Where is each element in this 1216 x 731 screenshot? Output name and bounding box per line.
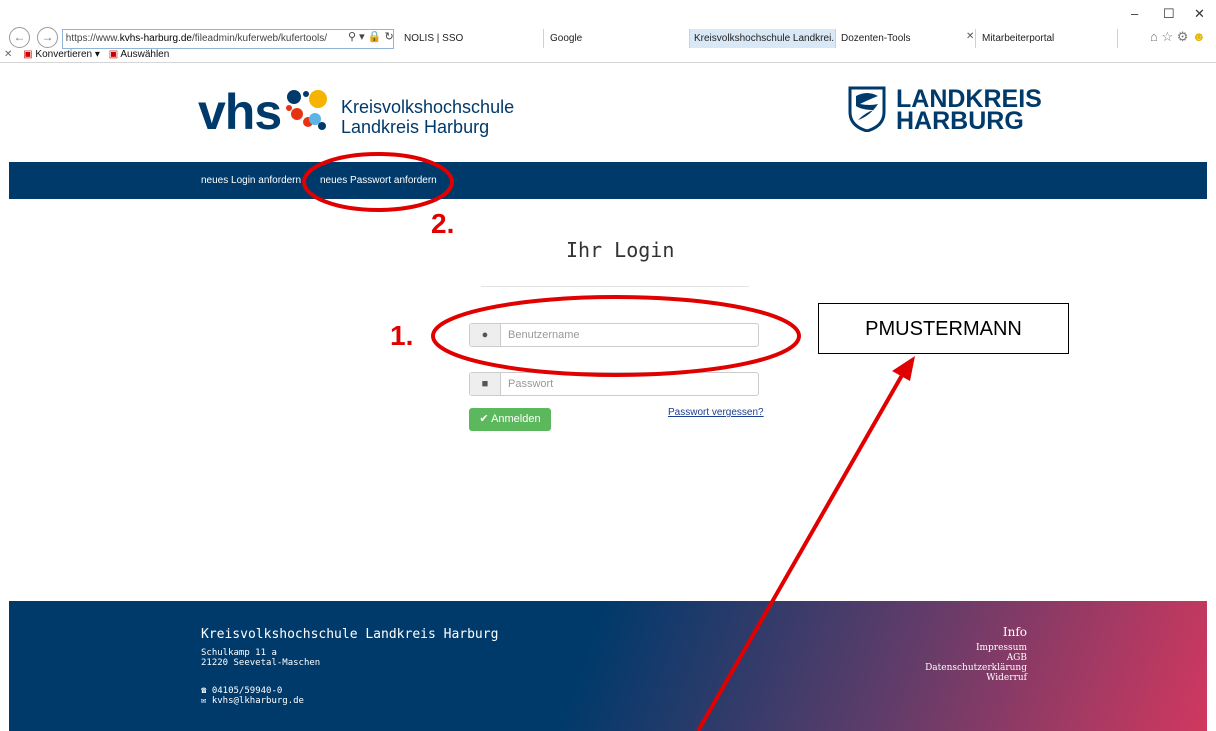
username-callout: PMUSTERMANN (818, 303, 1069, 354)
page-title: Ihr Login (566, 238, 675, 262)
footer-contact: ☎ 04105/59940-0 ✉ kvhs@lkharburg.de (201, 686, 304, 706)
phone-icon: ☎ (201, 686, 207, 696)
password-field[interactable]: ■ Passwort (469, 372, 759, 396)
tab-kvhs[interactable]: Kreisvolkshochschule Landkrei... (690, 29, 836, 48)
close-toolbar-icon[interactable]: ✕ (4, 49, 12, 60)
login-button[interactable]: ✔ Anmelden (469, 408, 551, 431)
pdf-icon: ▣ (23, 49, 33, 60)
username-placeholder: Benutzername (508, 329, 580, 341)
user-icon: ● (470, 324, 501, 346)
address-actions-icon[interactable]: ⚲ ▾ 🔒 ↻ (348, 30, 394, 43)
mail-icon: ✉ (201, 696, 207, 706)
select-button[interactable]: Auswählen (120, 49, 169, 60)
county-crest-icon (848, 86, 886, 132)
vhs-logo[interactable]: vhs (198, 87, 282, 137)
footer-address: Schulkamp 11 a 21220 Seevetal-Maschen (201, 648, 321, 668)
footer-link-datenschutz[interactable]: Datenschutzerklärung (925, 663, 1027, 673)
vhs-logo-text: Kreisvolkshochschule Landkreis Harburg (341, 97, 515, 137)
footer-links: Impressum AGB Datenschutzerklärung Wider… (925, 643, 1027, 683)
arrow-head (892, 356, 915, 381)
divider (481, 286, 749, 287)
footer-info-title: Info (1002, 625, 1027, 639)
convert-button[interactable]: Konvertieren (35, 49, 92, 60)
footer-email[interactable]: ✉ kvhs@lkharburg.de (201, 696, 304, 706)
maximize-icon[interactable]: ☐ (1163, 6, 1175, 22)
county-logo[interactable]: LANDKREIS HARBURG (896, 87, 1042, 134)
close-window-icon[interactable]: ✕ (1194, 6, 1205, 22)
minimize-icon[interactable]: – (1131, 6, 1138, 21)
tab-nolis[interactable]: NOLIS | SSO (400, 29, 544, 48)
step-1-label: 1. (390, 320, 414, 351)
password-placeholder: Passwort (508, 378, 554, 390)
close-tab-icon[interactable]: ✕ (966, 31, 974, 42)
footer (9, 601, 1207, 731)
nav-login-request[interactable]: neues Login anfordern (201, 175, 301, 186)
footer-org: Kreisvolkshochschule Landkreis Harburg (201, 627, 499, 642)
lock-icon: ■ (470, 373, 501, 395)
footer-link-impressum[interactable]: Impressum (925, 643, 1027, 653)
toolbar-icons[interactable]: ⌂ ☆ ⚙ ☻ (1150, 29, 1206, 45)
footer-phone[interactable]: ☎ 04105/59940-0 (201, 686, 304, 696)
address-bar[interactable]: https://www.kvhs-harburg.de/fileadmin/ku… (62, 29, 394, 49)
back-icon[interactable]: ← (9, 27, 30, 48)
username-field[interactable]: ● Benutzername (469, 323, 759, 347)
vhs-logo-dots (286, 90, 327, 130)
main-nav (9, 162, 1207, 199)
step-2-label: 2. (431, 208, 455, 239)
footer-link-agb[interactable]: AGB (925, 653, 1027, 663)
select-icon: ▣ (108, 49, 119, 60)
tab-google[interactable]: Google (546, 29, 690, 48)
footer-link-widerruf[interactable]: Widerruf (925, 673, 1027, 683)
tab-mitarbeiterportal[interactable]: Mitarbeiterportal (978, 29, 1118, 48)
forgot-password-link[interactable]: Passwort vergessen? (668, 407, 764, 418)
tab-dozenten-tools[interactable]: Dozenten-Tools (837, 29, 976, 48)
nav-password-request[interactable]: neues Passwort anfordern (320, 175, 437, 186)
command-bar: ✕ ▣ Konvertieren ▾ ▣ Auswählen (4, 49, 170, 60)
forward-icon[interactable]: → (37, 27, 58, 48)
